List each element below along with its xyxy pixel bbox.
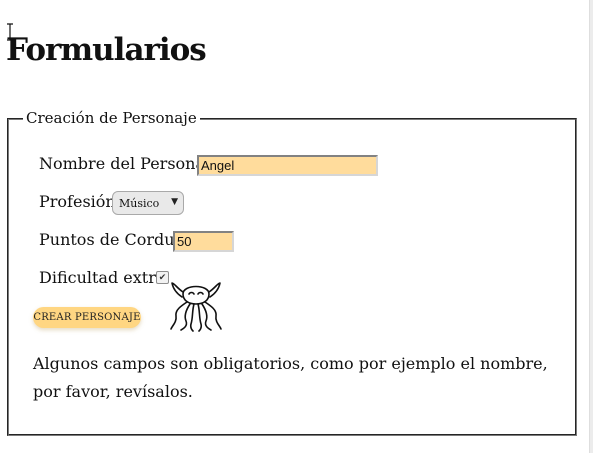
profession-label: Profesión	[39, 192, 116, 211]
profession-selected-value: Músico	[119, 196, 160, 210]
sanity-input[interactable]: 50	[173, 231, 234, 252]
cthulhu-icon	[170, 282, 222, 332]
name-label: Nombre del Personaje	[39, 154, 220, 173]
create-character-button[interactable]: CREAR PERSONAJE	[33, 307, 141, 328]
difficulty-label: Dificultad extra	[39, 268, 166, 287]
page-title: Formularios	[6, 32, 207, 68]
checkmark-icon: ✔	[158, 272, 167, 283]
name-input[interactable]: Angel	[197, 155, 378, 176]
difficulty-checkbox[interactable]: ✔	[156, 271, 169, 284]
sanity-label: Puntos de Cordura	[39, 230, 192, 249]
fieldset-legend: Creación de Personaje	[23, 108, 200, 128]
dropdown-arrow-icon: ▼	[171, 197, 178, 207]
validation-message: Algunos campos son obligatorios, como po…	[33, 354, 548, 401]
profession-select[interactable]: Músico ▼	[112, 191, 184, 215]
